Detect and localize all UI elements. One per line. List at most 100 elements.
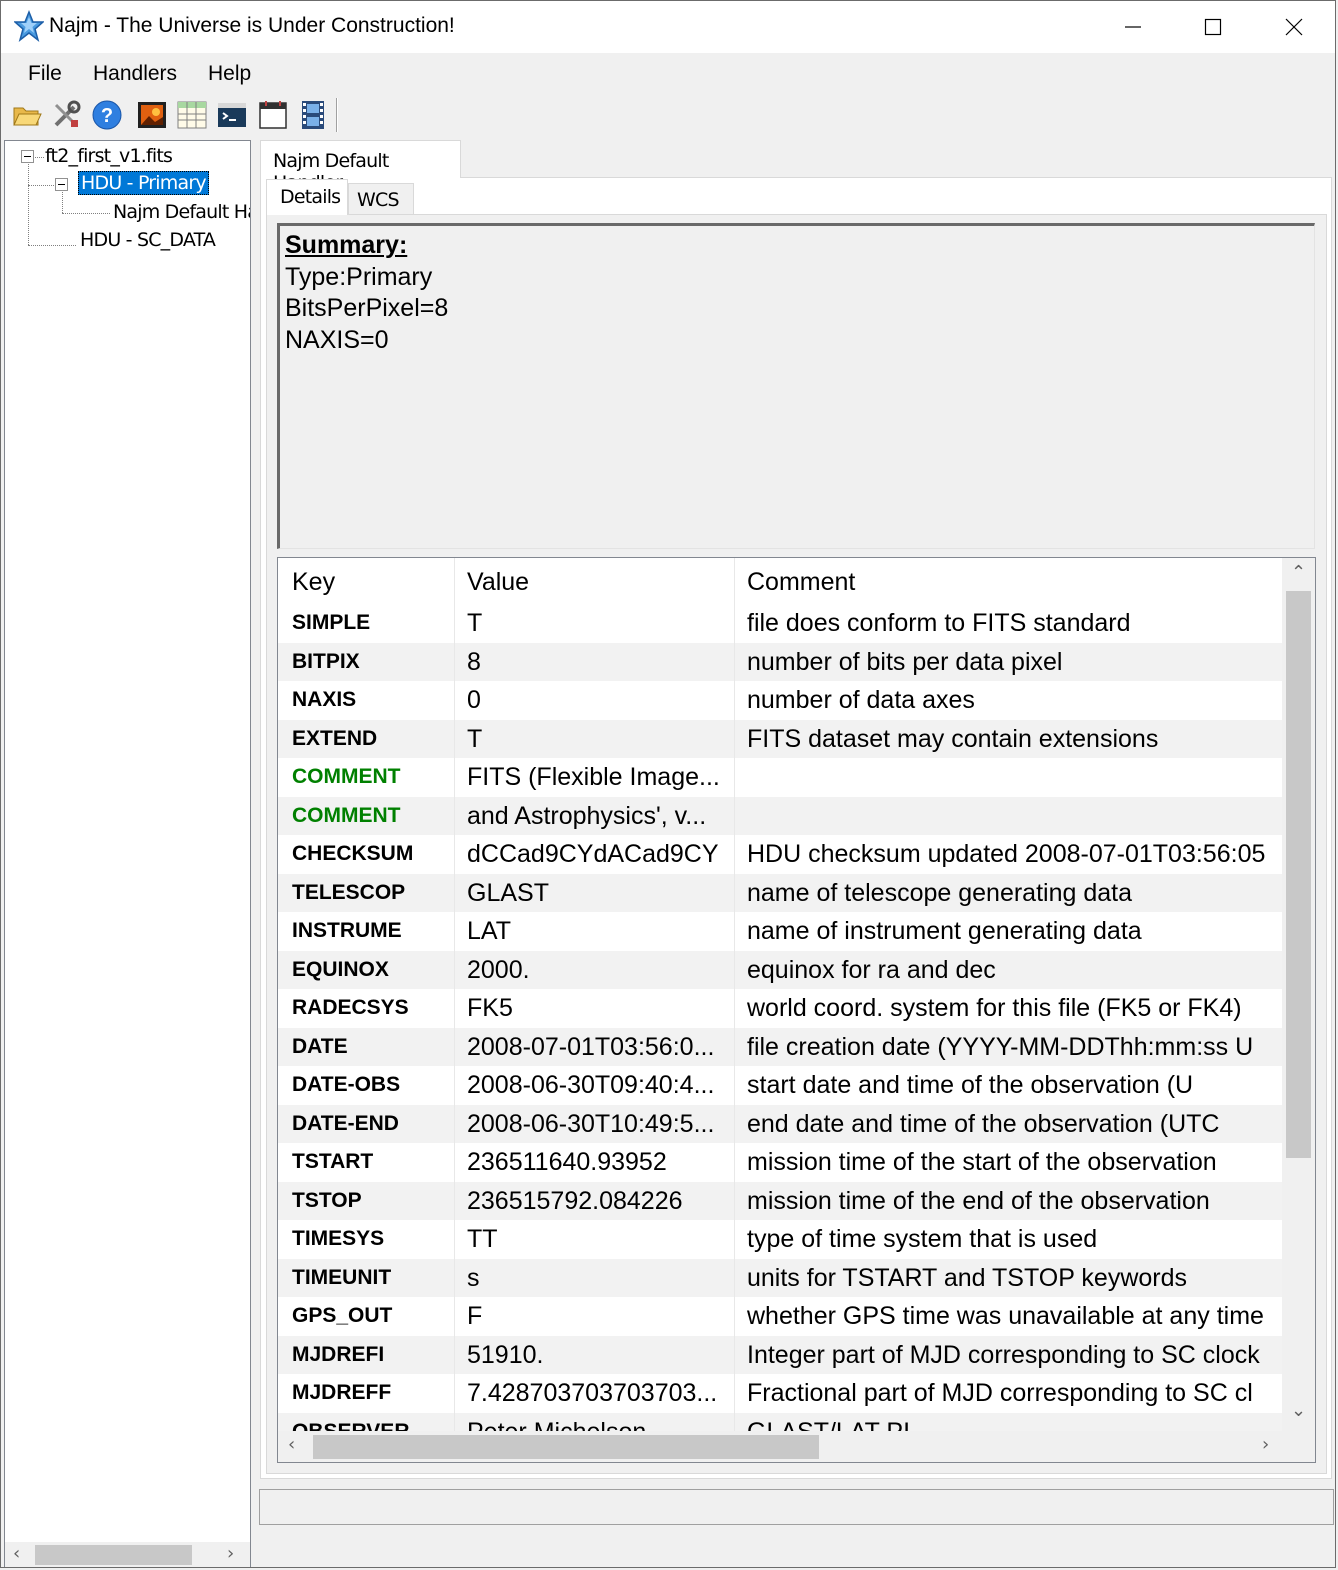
cell-key[interactable]: CHECKSUM: [278, 835, 455, 874]
cell-value[interactable]: FITS (Flexible Image...: [455, 758, 735, 797]
cell-key[interactable]: DATE-END: [278, 1104, 455, 1143]
table-row[interactable]: SIMPLE Tfile does conform to FITS standar…: [278, 604, 1282, 643]
column-header-value[interactable]: Value: [455, 558, 735, 604]
cell-comment[interactable]: file does conform to FITS standard: [735, 604, 1282, 643]
tab-wcs[interactable]: WCS: [348, 183, 414, 214]
header-keyword-grid[interactable]: Key Value Comment SIMPLE Tfile does confo…: [277, 557, 1316, 1463]
table-row[interactable]: TIMEUNIT s units for TSTART and TSTOP keyw…: [278, 1258, 1282, 1297]
tree-item-hdu-primary[interactable]: HDU - Primary: [78, 171, 209, 195]
open-folder-icon[interactable]: [11, 99, 43, 131]
table-row[interactable]: DATE 2008-07-01T03:56:0... file creation d…: [278, 1027, 1282, 1067]
cell-key[interactable]: SIMPLE: [278, 604, 455, 643]
cell-comment[interactable]: world coord. system for this file (FK5 o…: [735, 989, 1282, 1028]
film-icon[interactable]: [297, 99, 329, 131]
cell-comment[interactable]: equinox for ra and dec: [735, 951, 1282, 990]
cell-value[interactable]: 2008-06-30T10:49:5...: [455, 1104, 735, 1143]
cell-comment[interactable]: file creation date (YYYY-MM-DDThh:mm:ss …: [735, 1028, 1282, 1067]
image-icon[interactable]: [136, 99, 168, 131]
cell-value[interactable]: 2008-06-30T09:40:4...: [455, 1066, 735, 1105]
cell-value[interactable]: 8: [455, 642, 735, 681]
menu-help[interactable]: Help: [208, 62, 251, 86]
cell-value[interactable]: Peter Michelson: [455, 1412, 735, 1431]
table-row[interactable]: TSTART 236511640.93952 mission time of the…: [278, 1143, 1282, 1182]
cell-comment[interactable]: GLAST/LAT PI: [735, 1413, 1282, 1432]
cell-comment[interactable]: start date and time of the observation (…: [735, 1066, 1282, 1105]
calendar-icon[interactable]: [257, 99, 289, 131]
table-row[interactable]: OBSERVERPeter MichelsonGLAST/LAT PI: [278, 1412, 1282, 1432]
cell-key[interactable]: TSTART: [278, 1143, 455, 1182]
cell-comment[interactable]: number of data axes: [735, 681, 1282, 720]
table-row[interactable]: CHECKSUM dCCad9CYdACad9CY HDU checksum upd…: [278, 835, 1282, 874]
table-row[interactable]: BITPIX 8 number of bits per data pixel: [278, 642, 1282, 682]
cell-key[interactable]: TELESCOP: [278, 873, 455, 912]
cell-comment[interactable]: mission time of the end of the observati…: [735, 1182, 1282, 1221]
cell-value[interactable]: 236511640.93952: [455, 1143, 735, 1182]
cell-key[interactable]: COMMENT: [278, 796, 455, 835]
cell-value[interactable]: 51910.: [455, 1335, 735, 1374]
cell-key[interactable]: TIMEUNIT: [278, 1258, 455, 1297]
table-row[interactable]: RADECSYS FK5 world coord. system for this …: [278, 989, 1282, 1028]
cell-key[interactable]: COMMENT: [278, 758, 455, 797]
cell-key[interactable]: EQUINOX: [278, 950, 455, 989]
collapse-hdu-primary-toggle[interactable]: [55, 178, 68, 191]
collapse-file-toggle[interactable]: [21, 150, 34, 163]
cell-key[interactable]: RADECSYS: [278, 989, 455, 1028]
cell-value[interactable]: FK5: [455, 989, 735, 1028]
cell-comment[interactable]: [735, 797, 1282, 836]
scroll-left-icon[interactable]: ‹: [288, 1434, 295, 1455]
cell-comment[interactable]: name of telescope generating data: [735, 874, 1282, 913]
scroll-left-icon[interactable]: ‹: [13, 1543, 20, 1564]
cell-value[interactable]: 0: [455, 681, 735, 720]
cell-value[interactable]: TT: [455, 1220, 735, 1259]
cell-value[interactable]: GLAST: [455, 873, 735, 912]
table-row[interactable]: TSTOP 236515792.084226 mission time of the…: [278, 1181, 1282, 1221]
column-header-comment[interactable]: Comment: [735, 558, 1282, 604]
column-header-key[interactable]: Key: [278, 558, 455, 604]
hdu-tree[interactable]: ft2_first_v1.fits HDU - Primary Najm Def…: [4, 140, 251, 1567]
scroll-right-icon[interactable]: ›: [1262, 1434, 1269, 1455]
scroll-thumb[interactable]: [313, 1435, 819, 1459]
minimize-button[interactable]: [1093, 1, 1173, 53]
table-row[interactable]: EQUINOX 2000. equinox for ra and dec: [278, 950, 1282, 990]
cell-comment[interactable]: [735, 758, 1282, 797]
cell-value[interactable]: 2008-07-01T03:56:0...: [455, 1027, 735, 1066]
cell-key[interactable]: TIMESYS: [278, 1220, 455, 1259]
cell-comment[interactable]: HDU checksum updated 2008-07-01T03:56:05: [735, 835, 1282, 874]
console-icon[interactable]: [216, 99, 248, 131]
maximize-button[interactable]: [1173, 1, 1253, 53]
cell-key[interactable]: TSTOP: [278, 1181, 455, 1220]
cell-value[interactable]: and Astrophysics', v...: [455, 796, 735, 835]
scroll-right-icon[interactable]: ›: [227, 1543, 234, 1564]
table-icon[interactable]: [176, 99, 208, 131]
cell-key[interactable]: DATE: [278, 1027, 455, 1066]
cell-key[interactable]: MJDREFF: [278, 1374, 455, 1413]
cell-comment[interactable]: mission time of the start of the observa…: [735, 1143, 1282, 1182]
cell-value[interactable]: 2000.: [455, 950, 735, 989]
tools-icon[interactable]: [50, 99, 82, 131]
table-row[interactable]: DATE-OBS 2008-06-30T09:40:4... start date …: [278, 1066, 1282, 1105]
scroll-down-icon[interactable]: ⌄: [1291, 1400, 1306, 1421]
cell-comment[interactable]: FITS dataset may contain extensions: [735, 720, 1282, 759]
table-row[interactable]: INSTRUME LAT name of instrument generating…: [278, 912, 1282, 951]
table-row[interactable]: EXTEND T FITS dataset may contain extensio…: [278, 719, 1282, 759]
cell-value[interactable]: 7.428703703703703...: [455, 1374, 735, 1413]
cell-value[interactable]: F: [455, 1297, 735, 1336]
cell-comment[interactable]: end date and time of the observation (UT…: [735, 1105, 1282, 1144]
grid-vertical-scrollbar[interactable]: ⌃ ⌄: [1282, 558, 1315, 1431]
cell-key[interactable]: BITPIX: [278, 642, 455, 681]
cell-comment[interactable]: whether GPS time was unavailable at any …: [735, 1297, 1282, 1336]
cell-key[interactable]: GPS_OUT: [278, 1297, 455, 1336]
cell-key[interactable]: EXTEND: [278, 719, 455, 758]
cell-value[interactable]: T: [455, 719, 735, 758]
cell-key[interactable]: DATE-OBS: [278, 1066, 455, 1105]
cell-comment[interactable]: name of instrument generating data: [735, 912, 1282, 951]
cell-comment[interactable]: number of bits per data pixel: [735, 643, 1282, 682]
close-button[interactable]: [1254, 1, 1334, 53]
scroll-thumb[interactable]: [35, 1545, 192, 1565]
table-row[interactable]: GPS_OUT Fwhether GPS time was unavailable…: [278, 1297, 1282, 1336]
cell-value[interactable]: 236515792.084226: [455, 1181, 735, 1220]
tree-horizontal-scrollbar[interactable]: ‹ ›: [5, 1542, 250, 1567]
menu-handlers[interactable]: Handlers: [93, 62, 177, 86]
cell-value[interactable]: T: [455, 604, 735, 643]
table-row[interactable]: TIMESYS TT type of time system that is use…: [278, 1220, 1282, 1259]
